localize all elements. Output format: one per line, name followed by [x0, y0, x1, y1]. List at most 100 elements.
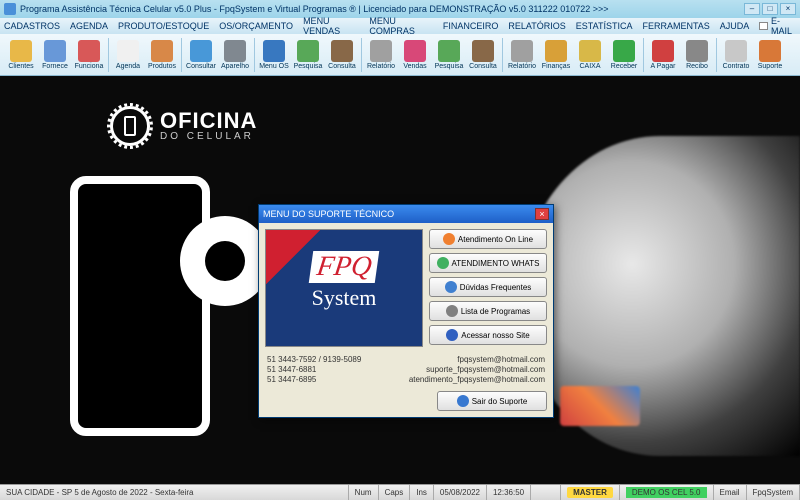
- toolbar-label: Recibo: [686, 63, 708, 70]
- status-time: 12:36:50: [487, 485, 531, 500]
- menu-menucompras[interactable]: MENU COMPRAS: [369, 16, 433, 36]
- email-menu[interactable]: E-MAIL: [759, 16, 796, 36]
- maximize-button[interactable]: □: [762, 3, 778, 15]
- toolbar-separator: [181, 38, 182, 72]
- toolbar-consultar[interactable]: Consultar: [184, 36, 218, 74]
- toolbar-label: CAIXA: [579, 63, 600, 70]
- toolbar-funciona[interactable]: Funciona: [72, 36, 106, 74]
- brand-subtitle: DO CELULAR: [160, 132, 257, 142]
- vendas-icon: [404, 40, 426, 62]
- minimize-button[interactable]: –: [744, 3, 760, 15]
- support-btn-atendimentoonline[interactable]: Atendimento On Line: [429, 229, 547, 249]
- toolbar-label: Relatório: [508, 63, 536, 70]
- menu-cadastros[interactable]: CADASTROS: [4, 21, 60, 31]
- menu-estatstica[interactable]: ESTATÍSTICA: [576, 21, 633, 31]
- toolbar-receber[interactable]: Receber: [607, 36, 641, 74]
- background-phone-graphic: [70, 176, 210, 436]
- menu-ajuda[interactable]: AJUDA: [720, 21, 750, 31]
- toolbar-label: A Pagar: [651, 63, 676, 70]
- toolbar-label: Consulta: [328, 63, 356, 70]
- toolbar-label: Menu OS: [259, 63, 289, 70]
- window-title: Programa Assistência Técnica Celular v5.…: [20, 4, 744, 14]
- toolbar-separator: [108, 38, 109, 72]
- app-icon: [4, 3, 16, 15]
- support-btn-acessarnossosite[interactable]: Acessar nosso Site: [429, 325, 547, 345]
- support-btn-atendimentowhats[interactable]: ATENDIMENTO WHATS: [429, 253, 547, 273]
- button-label: ATENDIMENTO WHATS: [452, 259, 540, 268]
- button-icon: [446, 305, 458, 317]
- support-dialog: MENU DO SUPORTE TÉCNICO × FPQ System Ate…: [258, 204, 554, 418]
- toolbar-suporte[interactable]: Suporte: [753, 36, 787, 74]
- contact-row: 51 3447-6895atendimento_fpqsystem@hotmai…: [267, 375, 545, 384]
- toolbar-recibo[interactable]: Recibo: [680, 36, 714, 74]
- receber-icon: [613, 40, 635, 62]
- toolbar-consulta[interactable]: Consulta: [466, 36, 500, 74]
- toolbar-clientes[interactable]: Clientes: [4, 36, 38, 74]
- toolbar-menuos[interactable]: Menu OS: [257, 36, 291, 74]
- menu-ferramentas[interactable]: FERRAMENTAS: [642, 21, 709, 31]
- status-num: Num: [349, 485, 379, 500]
- toolbar-contrato[interactable]: Contrato: [719, 36, 753, 74]
- close-button[interactable]: ×: [780, 3, 796, 15]
- toolbar-agenda[interactable]: Agenda: [111, 36, 145, 74]
- status-brand: FpqSystem: [747, 485, 800, 500]
- toolbar-label: Contrato: [723, 63, 750, 70]
- toolbar-consulta[interactable]: Consulta: [325, 36, 359, 74]
- menu-relatrios[interactable]: RELATÓRIOS: [508, 21, 565, 31]
- toolbar-aparelho[interactable]: Aparelho: [218, 36, 252, 74]
- toolbar-caixa[interactable]: CAIXA: [573, 36, 607, 74]
- funciona-icon: [78, 40, 100, 62]
- button-icon: [445, 281, 457, 293]
- agenda-icon: [117, 40, 139, 62]
- toolbar-label: Clientes: [8, 63, 33, 70]
- menu-menuvendas[interactable]: MENU VENDAS: [303, 16, 359, 36]
- toolbar-relatrio[interactable]: Relatório: [364, 36, 398, 74]
- dialog-logo-panel: FPQ System: [265, 229, 423, 347]
- recibo-icon: [686, 40, 708, 62]
- exit-icon: [457, 395, 469, 407]
- toolbar-finanas[interactable]: Finanças: [539, 36, 573, 74]
- toolbar-pesquisa[interactable]: Pesquisa: [291, 36, 325, 74]
- toolbar-label: Funciona: [75, 63, 104, 70]
- consultar-icon: [190, 40, 212, 62]
- toolbar-label: Pesquisa: [435, 63, 464, 70]
- toolbar-vendas[interactable]: Vendas: [398, 36, 432, 74]
- dialog-titlebar[interactable]: MENU DO SUPORTE TÉCNICO ×: [259, 205, 553, 223]
- toolbar-produtos[interactable]: Produtos: [145, 36, 179, 74]
- contact-phone: 51 3443-7592 / 9139-5089: [267, 355, 361, 364]
- relatrio-icon: [370, 40, 392, 62]
- button-label: Atendimento On Line: [458, 235, 533, 244]
- status-master: MASTER: [561, 485, 620, 500]
- exit-support-button[interactable]: Sair do Suporte: [437, 391, 547, 411]
- status-demo: DEMO OS CEL 5.0: [620, 485, 714, 500]
- menu-produtoestoque[interactable]: PRODUTO/ESTOQUE: [118, 21, 209, 31]
- contact-row: 51 3447-6881suporte_fpqsystem@hotmail.co…: [267, 365, 545, 374]
- contact-phone: 51 3447-6881: [267, 365, 316, 374]
- menu-financeiro[interactable]: FINANCEIRO: [443, 21, 499, 31]
- menu-osoramento[interactable]: OS/ORÇAMENTO: [219, 21, 293, 31]
- toolbar-separator: [502, 38, 503, 72]
- toolbar-separator: [643, 38, 644, 72]
- toolbar-apagar[interactable]: A Pagar: [646, 36, 680, 74]
- support-btn-dvidasfrequentes[interactable]: Dúvidas Frequentes: [429, 277, 547, 297]
- background-graphic-right: [520, 136, 800, 456]
- toolbar-label: Vendas: [403, 63, 426, 70]
- relatrio-icon: [511, 40, 533, 62]
- toolbar-relatrio[interactable]: Relatório: [505, 36, 539, 74]
- menu-agenda[interactable]: AGENDA: [70, 21, 108, 31]
- toolbar-fornece[interactable]: Fornece: [38, 36, 72, 74]
- statusbar: SUA CIDADE - SP 5 de Agosto de 2022 - Se…: [0, 484, 800, 500]
- toolbar-label: Fornece: [42, 63, 68, 70]
- status-date: 05/08/2022: [434, 485, 487, 500]
- support-btn-listadeprogramas[interactable]: Lista de Programas: [429, 301, 547, 321]
- status-email[interactable]: Email: [714, 485, 747, 500]
- email-label: E-MAIL: [771, 16, 796, 36]
- workspace: OFICINA DO CELULAR MENU DO SUPORTE TÉCNI…: [0, 76, 800, 484]
- button-icon: [446, 329, 458, 341]
- pesquisa-icon: [297, 40, 319, 62]
- dialog-close-button[interactable]: ×: [535, 208, 549, 220]
- status-spacer: [531, 485, 561, 500]
- toolbar-pesquisa[interactable]: Pesquisa: [432, 36, 466, 74]
- dialog-logo-bottom: System: [312, 285, 377, 311]
- brand-logo: OFICINA DO CELULAR: [110, 106, 257, 146]
